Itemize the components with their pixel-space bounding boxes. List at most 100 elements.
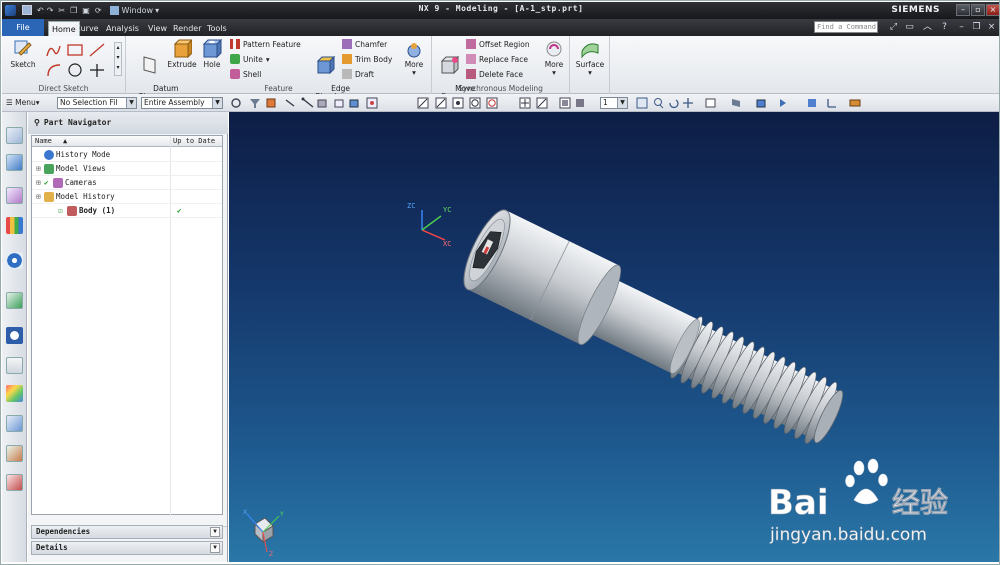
web-browser-tab-icon[interactable] bbox=[6, 252, 23, 269]
part-navigator-tab-icon[interactable] bbox=[6, 127, 23, 144]
chevron-down-icon[interactable]: ▼ bbox=[210, 543, 220, 553]
delete-face-button[interactable]: Delete Face bbox=[466, 69, 523, 79]
sketch-button[interactable]: Sketch bbox=[8, 39, 38, 69]
draft-button[interactable]: Draft bbox=[342, 69, 374, 79]
unite-button[interactable]: Unite ▾ bbox=[230, 54, 270, 64]
dependencies-section[interactable]: Dependencies ▼ bbox=[31, 525, 223, 539]
checkbox-icon[interactable]: ✔ bbox=[44, 176, 49, 190]
system-scenes-tab-icon[interactable] bbox=[6, 474, 23, 491]
select-icon[interactable] bbox=[266, 98, 276, 108]
rotate-icon[interactable] bbox=[669, 99, 679, 109]
pan-icon[interactable] bbox=[683, 98, 693, 108]
menu-button[interactable]: ☰ Menu▾ bbox=[6, 97, 39, 109]
chevron-down-icon[interactable]: ▾ bbox=[588, 68, 592, 77]
snap-center-icon[interactable] bbox=[469, 97, 481, 109]
clock-icon[interactable] bbox=[6, 327, 23, 344]
offset-region-button[interactable]: Offset Region bbox=[466, 39, 530, 49]
assembly-navigator-tab-icon[interactable] bbox=[6, 154, 23, 171]
column-name[interactable]: Name bbox=[35, 136, 52, 147]
wcs-icon[interactable] bbox=[827, 99, 836, 108]
bolt-model[interactable] bbox=[455, 204, 854, 459]
snap-icon[interactable] bbox=[366, 97, 378, 109]
toolbar-options-icon[interactable] bbox=[849, 99, 861, 107]
solid-icon[interactable] bbox=[349, 99, 359, 108]
feature-more-button[interactable]: More ▾ bbox=[402, 39, 426, 77]
snap-face-icon[interactable] bbox=[559, 97, 571, 109]
details-section[interactable]: Details ▼ bbox=[31, 541, 223, 555]
gallery-scroll[interactable]: ▴ ▾ ▾ bbox=[114, 42, 122, 76]
column-up-to-date[interactable]: Up to Date bbox=[173, 136, 215, 147]
pin-icon[interactable]: ⚲ bbox=[34, 118, 40, 127]
cube-view-icon[interactable] bbox=[756, 99, 766, 108]
tree-row[interactable]: ⊞ ✔ Cameras bbox=[32, 176, 222, 190]
chevron-down-icon[interactable]: ▾ bbox=[552, 68, 556, 77]
rectangle-icon[interactable] bbox=[67, 44, 83, 56]
surface-button[interactable]: Surface ▾ bbox=[574, 39, 606, 77]
layers-icon[interactable] bbox=[808, 99, 816, 107]
snap-bar-icon[interactable] bbox=[576, 99, 584, 107]
snap-quadrant-icon[interactable] bbox=[486, 97, 498, 109]
pattern-feature-button[interactable]: Pattern Feature bbox=[230, 39, 301, 49]
snap-control-icon[interactable] bbox=[452, 97, 464, 109]
shade-icon[interactable] bbox=[317, 99, 327, 108]
profile-icon[interactable] bbox=[46, 45, 61, 57]
tab-tools[interactable]: Tools bbox=[207, 21, 227, 36]
snap-on-curve-icon[interactable] bbox=[536, 97, 548, 109]
chamfer-button[interactable]: Chamfer bbox=[342, 39, 387, 49]
type-filter-select[interactable]: No Selection Fil ▼ bbox=[57, 97, 137, 109]
chevron-down-icon[interactable]: ▼ bbox=[210, 527, 220, 537]
doc-restore-icon[interactable]: ❐ bbox=[971, 22, 982, 33]
extrude-button[interactable]: Extrude bbox=[166, 39, 198, 69]
ribbon-collapse-icon[interactable]: ︿ bbox=[922, 22, 933, 33]
expand-icon[interactable]: ⊞ bbox=[36, 190, 41, 204]
selection-scope-select[interactable]: Entire Assembly ▼ bbox=[141, 97, 223, 109]
show-hide-icon[interactable] bbox=[780, 99, 786, 107]
manufacturing-wizard-tab-icon[interactable] bbox=[6, 415, 23, 432]
reuse-library-tab-icon[interactable] bbox=[6, 217, 23, 234]
tab-analysis[interactable]: Analysis bbox=[106, 21, 139, 36]
circle-icon[interactable] bbox=[68, 63, 82, 77]
snap-endpoint-icon[interactable] bbox=[417, 97, 429, 109]
arc-icon[interactable] bbox=[47, 64, 61, 77]
palette-icon[interactable] bbox=[6, 385, 23, 402]
expand-icon[interactable]: ⊞ bbox=[36, 162, 41, 176]
shell-button[interactable]: Shell bbox=[230, 69, 261, 79]
chevron-down-icon[interactable]: ▾ bbox=[412, 68, 416, 77]
sync-more-button[interactable]: More ▾ bbox=[542, 39, 566, 77]
snap-intersection-icon[interactable] bbox=[519, 97, 531, 109]
screen-icon[interactable]: ▭ bbox=[904, 22, 915, 33]
fit-view-icon[interactable] bbox=[636, 97, 648, 109]
expand-icon[interactable]: ⊞ bbox=[36, 176, 41, 190]
checkbox-icon[interactable]: ☑ bbox=[58, 204, 63, 218]
tab-render[interactable]: Render bbox=[173, 21, 201, 36]
line-icon[interactable] bbox=[89, 43, 105, 57]
minimize-icon[interactable]: – bbox=[956, 4, 970, 16]
snap-midpoint-icon[interactable] bbox=[435, 97, 447, 109]
cube-icon[interactable] bbox=[334, 99, 344, 108]
hole-button[interactable]: Hole bbox=[200, 39, 224, 69]
tree-row[interactable]: ☑ Body (1) ✔ bbox=[32, 204, 222, 218]
point-icon[interactable] bbox=[90, 64, 104, 77]
zoom-icon[interactable] bbox=[654, 98, 664, 109]
filter-icon[interactable] bbox=[250, 99, 260, 108]
trim-body-button[interactable]: Trim Body bbox=[342, 54, 392, 64]
fit-icon[interactable]: ⤢ bbox=[888, 22, 899, 33]
tab-curve[interactable]: Curve bbox=[75, 21, 99, 36]
close-icon[interactable]: × bbox=[986, 4, 999, 16]
tree-row[interactable]: History Mode bbox=[32, 148, 222, 162]
maximize-icon[interactable]: ▫ bbox=[971, 4, 985, 16]
work-layer-select[interactable]: 1 ▼ bbox=[600, 97, 628, 109]
help-icon[interactable]: ? bbox=[939, 22, 950, 33]
tree-row[interactable]: ⊞ Model Views bbox=[32, 162, 222, 176]
process-studio-tab-icon[interactable] bbox=[6, 357, 23, 374]
find-command-input[interactable]: Find a Command bbox=[814, 21, 878, 33]
constraint-navigator-tab-icon[interactable] bbox=[6, 187, 23, 204]
file-menu[interactable]: File bbox=[2, 19, 44, 36]
lasso-icon[interactable] bbox=[285, 99, 295, 107]
doc-minimize-icon[interactable]: – bbox=[956, 22, 967, 33]
view-triad[interactable]: X Y Z bbox=[243, 509, 284, 558]
roles-tab-icon[interactable] bbox=[6, 445, 23, 462]
orient-icon[interactable] bbox=[705, 98, 716, 108]
wire-icon[interactable] bbox=[301, 97, 314, 108]
doc-close-icon[interactable]: × bbox=[986, 22, 997, 33]
